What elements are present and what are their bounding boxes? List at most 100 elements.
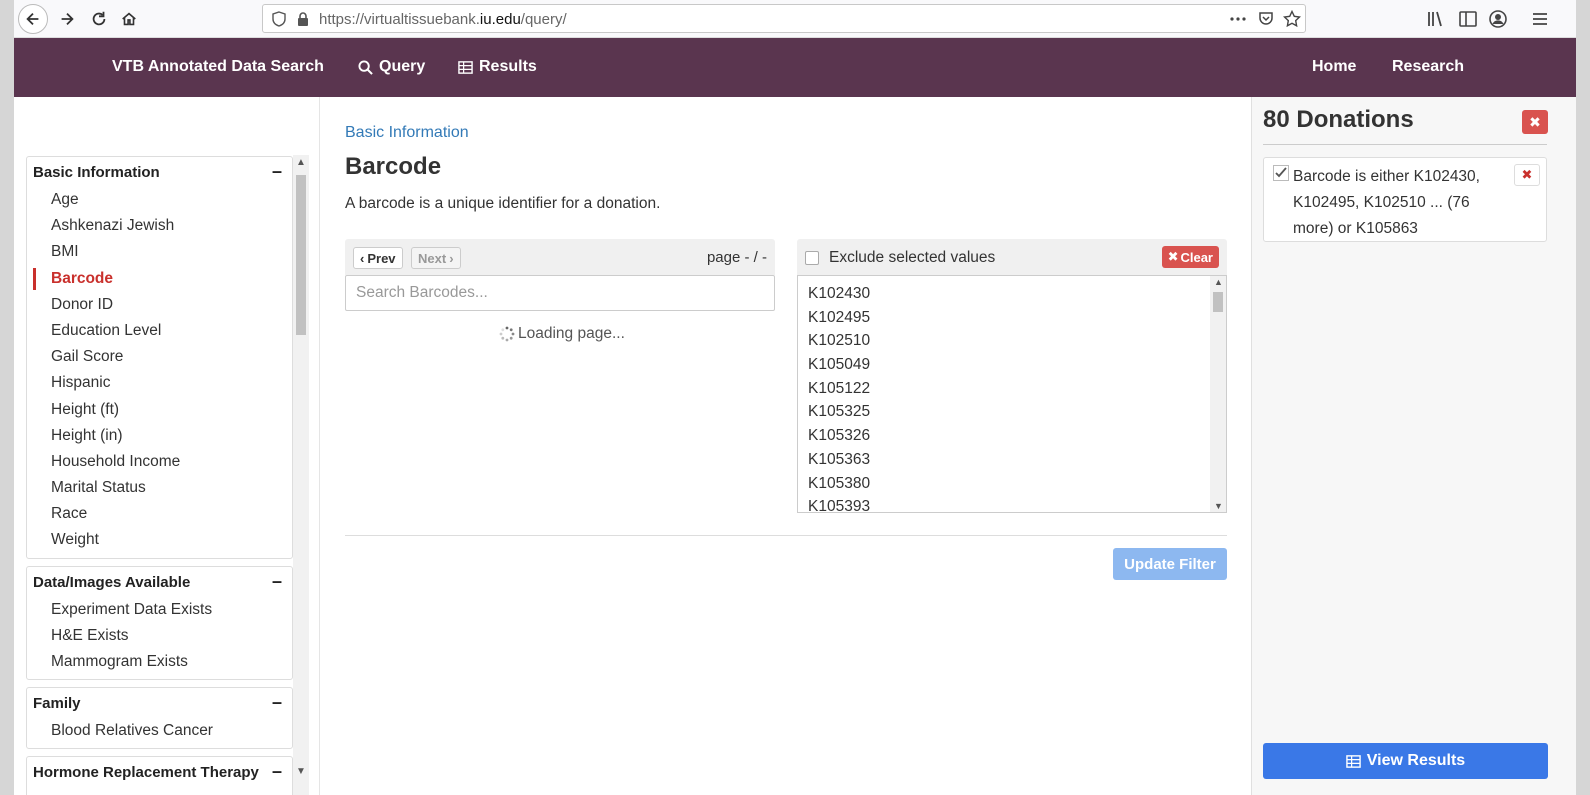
site-navbar: VTB Annotated Data Search Query Results … <box>14 38 1576 97</box>
divider <box>345 535 1227 536</box>
account-icon[interactable] <box>1488 9 1508 29</box>
list-item[interactable]: K102495 <box>798 306 1226 330</box>
donations-count: 80 Donations <box>1263 106 1414 133</box>
collapse-icon[interactable]: – <box>272 692 282 713</box>
page-title: Barcode <box>345 153 442 180</box>
sidebar-item-bmi[interactable]: BMI <box>27 239 292 265</box>
list-item[interactable]: K102510 <box>798 329 1226 353</box>
library-icon[interactable] <box>1426 9 1446 29</box>
search-input[interactable] <box>345 275 775 311</box>
sidebar-item-education-level[interactable]: Education Level <box>27 318 292 344</box>
browser-toolbar: https://virtualtissuebank.iu.edu/query/ <box>14 0 1576 38</box>
back-button[interactable] <box>18 4 48 34</box>
nav-research-label: Research <box>1392 58 1465 75</box>
scroll-up-icon[interactable]: ▲ <box>296 157 306 168</box>
collapse-icon[interactable]: – <box>272 571 282 592</box>
lock-icon[interactable] <box>295 11 311 27</box>
panel-header[interactable]: Data/Images Available – <box>27 567 292 597</box>
collapse-icon[interactable]: – <box>272 161 282 182</box>
nav-research[interactable]: Research <box>1392 58 1464 76</box>
panel-header[interactable]: Family – <box>27 688 292 718</box>
remove-filter-button[interactable]: ✖ <box>1514 164 1540 186</box>
more-actions-icon[interactable] <box>1229 10 1247 28</box>
star-icon[interactable] <box>1283 10 1301 28</box>
filter-card[interactable]: Barcode is either K102430, K102495, K102… <box>1263 157 1547 242</box>
sidebar-item-experiment-data-exists[interactable]: Experiment Data Exists <box>27 597 292 623</box>
panel-data-images-available: Data/Images Available – Experiment Data … <box>26 566 293 680</box>
sidebar-item-age[interactable]: Age <box>27 187 292 213</box>
list-item[interactable]: K105326 <box>798 424 1226 448</box>
prev-button[interactable]: ‹ Prev <box>353 247 403 269</box>
update-filter-button[interactable]: Update Filter <box>1113 548 1227 580</box>
sidebar-item-race[interactable]: Race <box>27 501 292 527</box>
sidebar-item-weight[interactable]: Weight <box>27 527 292 553</box>
breadcrumb[interactable]: Basic Information <box>345 124 469 142</box>
sidebar-item-height-in[interactable]: Height (in) <box>27 423 292 449</box>
check-icon[interactable] <box>1273 165 1289 181</box>
nav-home[interactable]: Home <box>1312 58 1356 76</box>
sidebar-item-marital-status[interactable]: Marital Status <box>27 475 292 501</box>
clear-button[interactable]: ✖ Clear <box>1161 246 1219 268</box>
list-item[interactable]: K105380 <box>798 472 1226 496</box>
exclude-label[interactable]: Exclude selected values <box>829 249 995 267</box>
shield-icon[interactable] <box>271 11 287 27</box>
page-description: A barcode is a unique identifier for a d… <box>345 195 661 212</box>
list-item[interactable]: K105049 <box>798 353 1226 377</box>
sidebar-item-ashkenazi-jewish[interactable]: Ashkenazi Jewish <box>27 213 292 239</box>
chevron-left-icon: ‹ <box>360 250 365 266</box>
loading-text: Loading page... <box>518 325 625 342</box>
sidebar-item-height-ft[interactable]: Height (ft) <box>27 397 292 423</box>
view-results-button[interactable]: View Results <box>1263 743 1548 779</box>
home-browser-button[interactable] <box>114 4 144 34</box>
sidebar-item-blood-relatives-cancer[interactable]: Blood Relatives Cancer <box>27 718 292 744</box>
exclude-checkbox[interactable] <box>805 251 819 265</box>
list-scrollbar[interactable]: ▲ ▼ <box>1210 276 1226 512</box>
next-button[interactable]: Next › <box>411 247 461 269</box>
chevron-right-icon: › <box>449 250 454 266</box>
panel-header[interactable]: Hormone Replacement Therapy – <box>27 757 292 787</box>
selected-values-header: Exclude selected values ✖ Clear <box>797 239 1227 275</box>
sidebar-item-gail-score[interactable]: Gail Score <box>27 344 292 370</box>
sidebar-item-donor-id[interactable]: Donor ID <box>27 292 292 318</box>
list-item[interactable]: K105122 <box>798 377 1226 401</box>
list-item[interactable]: K102430 <box>798 282 1226 306</box>
nav-results[interactable]: Results <box>458 58 537 76</box>
panel-title: Basic Information <box>33 164 160 181</box>
brand-link[interactable]: VTB Annotated Data Search <box>112 58 324 76</box>
url-bar[interactable]: https://virtualtissuebank.iu.edu/query/ <box>262 4 1306 33</box>
sidebar-icon[interactable] <box>1458 9 1478 29</box>
sidebar-item-hispanic[interactable]: Hispanic <box>27 370 292 396</box>
nav-query[interactable]: Query <box>358 58 425 76</box>
clear-all-button[interactable]: ✖ <box>1522 110 1548 134</box>
panel-hormone-replacement-therapy: Hormone Replacement Therapy – <box>26 756 293 795</box>
nav-query-label: Query <box>379 58 426 75</box>
sidebar-item-he-exists[interactable]: H&E Exists <box>27 623 292 649</box>
list-item[interactable]: K105393 <box>798 495 1226 512</box>
menu-icon[interactable] <box>1530 9 1550 29</box>
reload-icon <box>92 11 106 26</box>
list-item[interactable]: K105325 <box>798 400 1226 424</box>
sidebar-item-barcode[interactable]: Barcode <box>27 266 292 292</box>
sidebar-scrollbar[interactable]: ▲ ▼ <box>293 155 309 795</box>
scroll-down-icon[interactable]: ▼ <box>296 766 306 777</box>
pocket-icon[interactable] <box>1257 10 1275 28</box>
collapse-icon[interactable]: – <box>272 761 282 782</box>
reload-button[interactable] <box>84 4 114 34</box>
sidebar-item-household-income[interactable]: Household Income <box>27 449 292 475</box>
scroll-up-icon[interactable]: ▲ <box>1214 277 1223 287</box>
home-icon <box>122 12 136 26</box>
desktop-left-edge <box>0 0 14 795</box>
nav-home-label: Home <box>1312 58 1357 75</box>
pager-header: ‹ Prev Next › page - / - <box>345 239 775 275</box>
panel-family: Family – Blood Relatives Cancer <box>26 687 293 749</box>
forward-button[interactable] <box>52 4 82 34</box>
scroll-thumb[interactable] <box>296 175 306 335</box>
panel-basic-information: Basic Information – Age Ashkenazi Jewish… <box>26 156 293 559</box>
list-item[interactable]: K105363 <box>798 448 1226 472</box>
scroll-down-icon[interactable]: ▼ <box>1214 501 1223 511</box>
selected-values-list[interactable]: K102430 K102495 K102510 K105049 K105122 … <box>797 275 1227 513</box>
scroll-thumb[interactable] <box>1213 292 1223 312</box>
table-icon <box>458 60 473 74</box>
panel-header[interactable]: Basic Information – <box>27 157 292 187</box>
sidebar-item-mammogram-exists[interactable]: Mammogram Exists <box>27 649 292 675</box>
